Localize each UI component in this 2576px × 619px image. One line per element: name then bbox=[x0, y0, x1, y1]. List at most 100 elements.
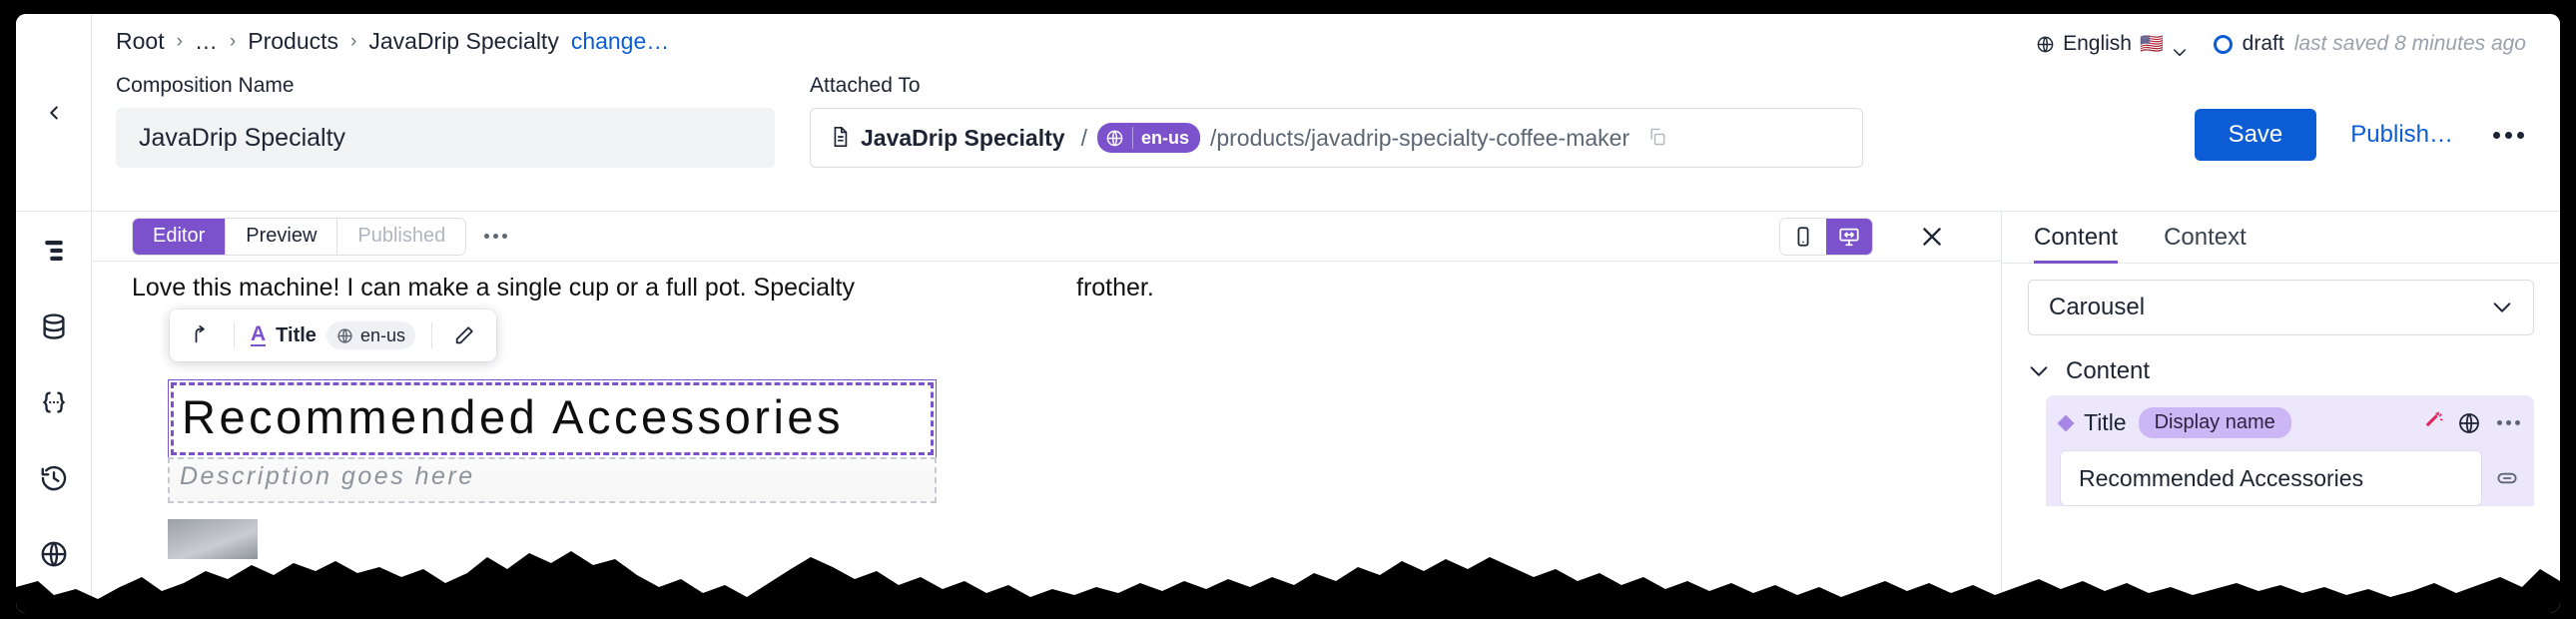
history-clock-icon[interactable] bbox=[37, 461, 71, 495]
attached-to-slash: / bbox=[1080, 124, 1087, 151]
globe-icon bbox=[336, 327, 353, 344]
block-type-label: Title bbox=[276, 323, 317, 346]
tab-published[interactable]: Published bbox=[337, 219, 465, 255]
close-icon[interactable] bbox=[1917, 222, 1947, 252]
app-window: Root › … › Products › JavaDrip Specialty… bbox=[16, 14, 2560, 613]
screen-frame: Root › … › Products › JavaDrip Specialty… bbox=[0, 0, 2576, 619]
heading-selection-outline: Recommended Accessories bbox=[171, 382, 934, 455]
status-label: draft bbox=[2242, 32, 2284, 55]
diamond-bullet-icon bbox=[2057, 414, 2075, 431]
back-rail bbox=[16, 14, 92, 212]
floating-block-toolbar: A Title en-us bbox=[170, 310, 496, 361]
breadcrumb-change-link[interactable]: change… bbox=[571, 28, 669, 55]
arrow-up-left-icon[interactable] bbox=[182, 315, 222, 355]
header-actions: Save Publish… bbox=[2194, 109, 2530, 161]
breadcrumb-item-products[interactable]: Products bbox=[248, 28, 338, 55]
flag-icon: 🇺🇸 bbox=[2139, 33, 2164, 55]
component-select-value: Carousel bbox=[2049, 294, 2146, 320]
attached-locale-pill[interactable]: en-us bbox=[1096, 123, 1200, 153]
menu-lines-icon[interactable] bbox=[37, 234, 71, 268]
composition-name-input[interactable]: JavaDrip Specialty bbox=[116, 108, 775, 168]
description-placeholder: Description goes here bbox=[180, 462, 475, 490]
tab-content[interactable]: Content bbox=[2034, 212, 2136, 264]
selected-heading-block[interactable]: Recommended Accessories bbox=[168, 379, 937, 458]
chevron-left-icon[interactable] bbox=[41, 100, 67, 126]
mobile-icon[interactable] bbox=[1780, 219, 1826, 255]
tab-preview[interactable]: Preview bbox=[226, 218, 338, 255]
code-braces-icon[interactable] bbox=[37, 385, 71, 419]
breadcrumb-item-ellipsis[interactable]: … bbox=[195, 28, 218, 55]
text-type-glyph: A bbox=[251, 322, 267, 346]
pill-toggle-icon[interactable] bbox=[2494, 465, 2520, 491]
responsive-desktop-icon[interactable] bbox=[1826, 219, 1872, 255]
kebab-menu-icon[interactable] bbox=[2493, 420, 2520, 425]
editor-canvas: Love this machine! I can make a single c… bbox=[92, 262, 2001, 613]
editor-pane: Editor Preview Published Love this machi… bbox=[92, 212, 2001, 613]
chevron-down-icon bbox=[2491, 294, 2513, 321]
breadcrumb: Root › … › Products › JavaDrip Specialty… bbox=[116, 28, 669, 55]
app-header: Root › … › Products › JavaDrip Specialty… bbox=[16, 14, 2560, 212]
kebab-menu-icon[interactable] bbox=[2487, 126, 2530, 145]
document-icon bbox=[829, 126, 851, 150]
composition-name-group: Composition Name JavaDrip Specialty bbox=[116, 74, 775, 168]
language-selector[interactable]: English 🇺🇸 bbox=[2036, 32, 2188, 56]
globe-icon[interactable] bbox=[2457, 411, 2481, 435]
breadcrumb-item-current[interactable]: JavaDrip Specialty bbox=[368, 28, 558, 55]
attached-to-path: /products/javadrip-specialty-coffee-make… bbox=[1209, 124, 1630, 151]
chevron-down-icon bbox=[2172, 39, 2188, 56]
title-field-input[interactable]: Recommended Accessories bbox=[2060, 450, 2482, 506]
pencil-icon[interactable] bbox=[444, 315, 484, 355]
canvas-paragraph-right: frother. bbox=[1076, 274, 1154, 302]
header-status-cluster: English 🇺🇸 draft last saved 8 minutes ag… bbox=[2036, 32, 2526, 56]
magic-wand-icon[interactable] bbox=[2421, 410, 2445, 435]
content-section-header[interactable]: Content bbox=[2002, 335, 2560, 395]
language-label: English bbox=[2063, 32, 2132, 55]
locale-chip-label: en-us bbox=[359, 324, 405, 345]
field-label: Title bbox=[2084, 409, 2127, 435]
heading-text: Recommended Accessories bbox=[182, 390, 845, 443]
locale-chip[interactable]: en-us bbox=[325, 321, 415, 349]
copy-icon[interactable] bbox=[1647, 127, 1667, 149]
kebab-menu-icon[interactable] bbox=[484, 234, 508, 239]
breadcrumb-separator: › bbox=[229, 30, 237, 52]
toolbar-divider bbox=[430, 322, 432, 348]
left-sidebar-rail bbox=[16, 212, 92, 613]
breadcrumb-item-root[interactable]: Root bbox=[116, 28, 165, 55]
carousel-image-thumbnail bbox=[168, 519, 258, 559]
status-badge: draft last saved 8 minutes ago bbox=[2213, 32, 2526, 56]
description-block[interactable]: Description goes here bbox=[168, 457, 937, 503]
component-select-wrap: Carousel bbox=[2002, 264, 2560, 335]
database-icon[interactable] bbox=[37, 310, 71, 343]
globe-icon bbox=[1105, 129, 1124, 148]
globe-icon[interactable] bbox=[37, 537, 71, 571]
content-section-label: Content bbox=[2066, 357, 2151, 384]
attached-to-label: Attached To bbox=[810, 74, 921, 97]
component-select[interactable]: Carousel bbox=[2028, 280, 2534, 335]
pill-divider bbox=[1131, 127, 1133, 149]
field-card-body: Recommended Accessories bbox=[2060, 450, 2520, 506]
canvas-paragraph-left: Love this machine! I can make a single c… bbox=[132, 274, 855, 302]
field-badge: Display name bbox=[2138, 407, 2291, 438]
save-button[interactable]: Save bbox=[2194, 109, 2317, 161]
toolbar-divider bbox=[234, 322, 235, 348]
breadcrumb-separator: › bbox=[350, 30, 357, 52]
attached-to-group: Attached To JavaDrip Specialty / en-us /… bbox=[810, 74, 1868, 168]
publish-button[interactable]: Publish… bbox=[2350, 121, 2453, 149]
editor-toolbar: Editor Preview Published bbox=[92, 212, 2001, 262]
properties-panel: Content Context Carousel Content Title D… bbox=[2001, 212, 2560, 613]
editor-mode-tabs: Editor Preview Published bbox=[132, 217, 467, 256]
globe-icon bbox=[2036, 35, 2055, 54]
field-card-title: Title Display name Recommended Accessori… bbox=[2046, 395, 2534, 506]
last-saved-label: last saved 8 minutes ago bbox=[2293, 32, 2526, 55]
circle-outline-icon bbox=[2213, 34, 2233, 54]
attached-locale-code: en-us bbox=[1140, 127, 1189, 148]
tab-editor[interactable]: Editor bbox=[133, 218, 227, 255]
chevron-down-icon bbox=[2028, 357, 2050, 385]
tab-context[interactable]: Context bbox=[2164, 212, 2264, 263]
attached-to-box[interactable]: JavaDrip Specialty / en-us /products/jav… bbox=[810, 108, 1863, 168]
attached-to-title: JavaDrip Specialty bbox=[861, 124, 1065, 151]
block-type-chip[interactable]: A Title en-us bbox=[247, 321, 419, 349]
properties-tabs: Content Context bbox=[2002, 212, 2560, 264]
field-card-header: Title Display name bbox=[2057, 407, 2520, 438]
composition-name-label: Composition Name bbox=[116, 74, 295, 97]
